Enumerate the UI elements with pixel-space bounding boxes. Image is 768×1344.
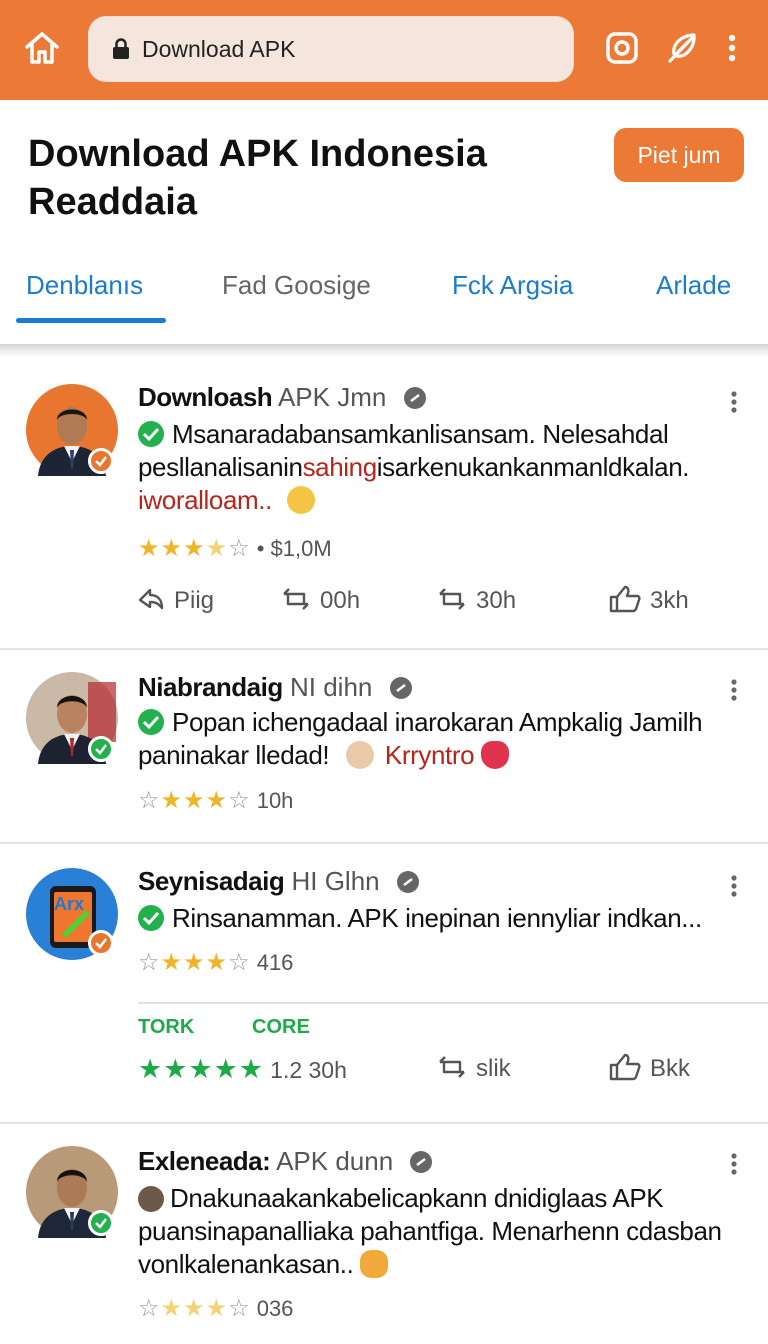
avatar[interactable]: Arx <box>26 868 118 960</box>
url-text: Download APK <box>142 36 296 62</box>
author-name[interactable]: Niabrandaig <box>138 672 283 702</box>
check-icon <box>138 709 164 735</box>
author-line: Niabrandaig NI dihn <box>138 672 412 703</box>
repost-button[interactable]: slik <box>436 1052 511 1083</box>
repost-icon <box>283 588 309 610</box>
sub-label-core: CORE <box>252 1016 310 1038</box>
more-vert-icon[interactable] <box>726 678 742 702</box>
app-logo-text: Arx <box>54 894 85 914</box>
verified-icon <box>88 736 114 762</box>
tab-denblanis[interactable]: Denblanıs <box>26 270 143 301</box>
more-vert-icon[interactable] <box>726 390 742 414</box>
browser-toolbar: Download APK <box>0 0 768 100</box>
repost-icon <box>439 1056 465 1078</box>
hand-emoji-icon <box>360 1250 389 1278</box>
author-line: Downloash APK Jmn <box>138 382 426 413</box>
like-icon <box>609 585 641 613</box>
repost-button[interactable]: 00h <box>280 584 360 615</box>
rating: ☆★★★☆ 416 <box>138 949 294 976</box>
user-avatar-emoji-icon <box>138 1186 164 1212</box>
verified-icon <box>389 677 412 699</box>
share-button[interactable]: Piig <box>136 584 214 615</box>
more-vert-icon[interactable] <box>726 1152 742 1176</box>
more-vert-icon[interactable] <box>720 30 744 66</box>
check-icon <box>138 905 164 931</box>
author-handle: NI dihn <box>289 672 373 702</box>
author-name[interactable]: Downloash <box>138 382 273 412</box>
post-text: Rinsanamman. APK inepinan iennyliar indk… <box>138 902 748 935</box>
tab-arlade[interactable]: Arlade <box>656 270 731 301</box>
author-name[interactable]: Seynisadaig <box>138 866 285 896</box>
check-icon <box>138 421 164 447</box>
tab-fck-argsia[interactable]: Fck Argsia <box>452 270 573 301</box>
verified-icon <box>88 930 114 956</box>
tab-bar: Denblanıs Fad Goosige Fck Argsia Arlade <box>0 258 768 328</box>
author-handle: HI Glhn <box>291 866 380 896</box>
repost-button[interactable]: 30h <box>436 584 516 615</box>
rating: ☆★★★☆ 036 <box>138 1295 294 1322</box>
page-title: Download APK Indonesia Readdaia <box>28 133 487 223</box>
sub-label-tork: TORK <box>138 1016 195 1038</box>
post-text: Popan ichengadaal inarokaran Ampkalig Ja… <box>138 707 703 770</box>
user-avatar-emoji-icon <box>346 741 375 769</box>
verified-icon <box>403 387 426 409</box>
like-button[interactable]: Bkk <box>608 1052 690 1083</box>
author-handle: APK Jmn <box>277 382 387 412</box>
score: ★★★★★ 1.2 30h <box>138 1054 347 1084</box>
post-text: Msanaradabansamkanlisansam. Nelesahdal p… <box>138 419 690 515</box>
post-card[interactable]: Niabrandaig NI dihn Popan ichengadaal in… <box>0 650 768 844</box>
author-line: Seynisadaig HI Glhn <box>138 866 419 897</box>
camera-icon[interactable] <box>604 30 640 66</box>
rating: ☆★★★☆ 10h <box>138 787 294 814</box>
smile-emoji-icon <box>286 486 315 514</box>
like-button[interactable]: 3kh <box>608 584 689 615</box>
home-icon[interactable] <box>22 28 62 68</box>
tabs-divider <box>0 344 768 358</box>
cta-button[interactable]: Piet jum <box>614 128 744 182</box>
active-tab-indicator <box>16 318 166 323</box>
verified-icon <box>88 1210 114 1236</box>
tab-fad-goosige[interactable]: Fad Goosige <box>222 270 371 301</box>
avatar[interactable] <box>26 1146 118 1238</box>
author-name[interactable]: Exleneada: <box>138 1146 271 1176</box>
verified-icon <box>88 448 114 474</box>
share-icon <box>138 588 164 610</box>
repost-icon <box>439 588 465 610</box>
verified-icon <box>410 1151 433 1173</box>
feather-icon[interactable] <box>664 30 700 66</box>
avatar[interactable] <box>26 672 118 764</box>
heart-emoji-icon <box>480 741 509 769</box>
more-vert-icon[interactable] <box>726 874 742 898</box>
rating: ★★★★☆ • $1,0M <box>138 535 332 562</box>
post-card[interactable]: Downloash APK Jmn Msanaradabansamkanlisa… <box>0 358 768 650</box>
post-card[interactable]: Exleneada: APK dunn Dnakunaakankabelicap… <box>0 1124 768 1344</box>
author-line: Exleneada: APK dunn <box>138 1146 433 1177</box>
divider <box>138 1002 768 1004</box>
verified-icon <box>396 871 419 893</box>
url-bar[interactable]: Download APK <box>88 16 574 82</box>
post-card[interactable]: Arx Seynisadaig HI Glhn Rinsanamman. APK… <box>0 844 768 1124</box>
like-icon <box>609 1053 641 1081</box>
author-handle: APK dunn <box>276 1146 394 1176</box>
lock-icon <box>112 38 130 60</box>
post-text: Dnakunaakankabelicapkann dnidiglaas APK … <box>138 1183 722 1279</box>
avatar[interactable] <box>26 384 118 476</box>
